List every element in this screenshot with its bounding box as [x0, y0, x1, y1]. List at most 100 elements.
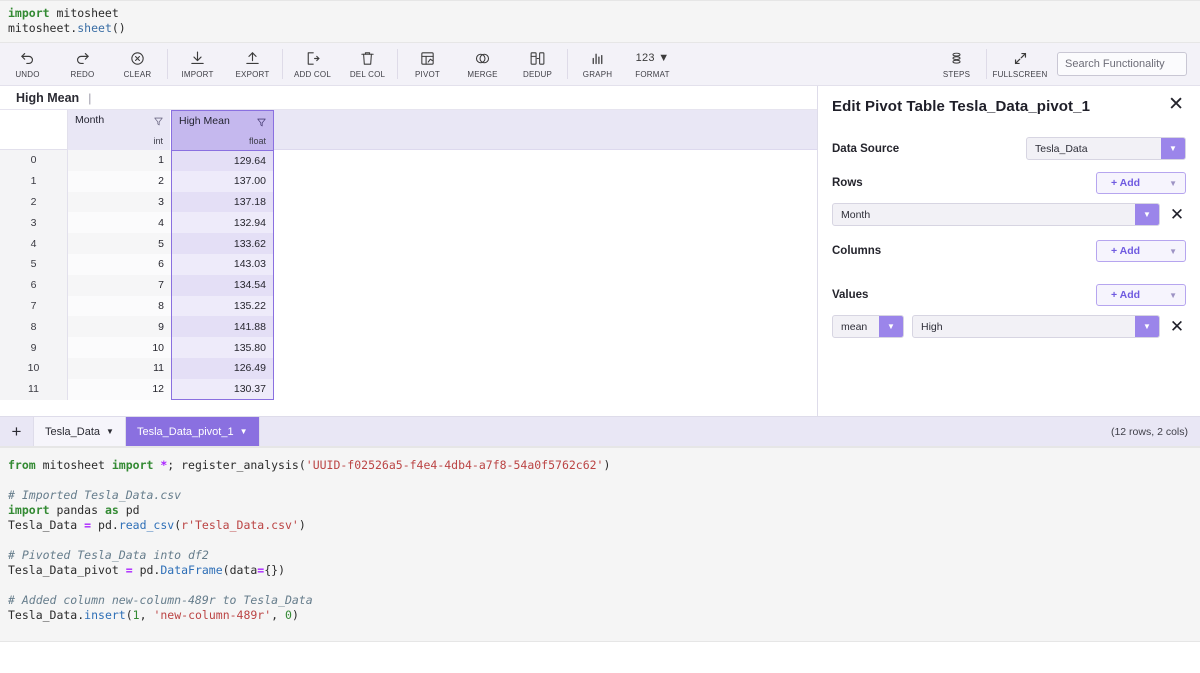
cell-high-mean[interactable]: 135.22	[171, 295, 274, 317]
notebook-input-cell-top[interactable]: import mitosheet mitosheet.sheet()	[0, 0, 1200, 43]
add-sheet-button[interactable]: +	[0, 417, 34, 446]
rows-add-button[interactable]: + Add ▼	[1096, 172, 1186, 194]
grid-row[interactable]: 7 8 135.22	[0, 295, 817, 317]
filter-icon[interactable]	[153, 114, 164, 126]
toolbar-button-format[interactable]: 123 ▼ FORMAT	[625, 43, 680, 85]
grid-row[interactable]: 5 6 143.03	[0, 253, 817, 275]
cell-month[interactable]: 4	[68, 212, 171, 234]
cell-month[interactable]: 10	[68, 337, 171, 358]
cell-high-mean[interactable]: 133.62	[171, 233, 274, 254]
toolbar-button-steps[interactable]: STEPS	[929, 43, 984, 85]
grid-row[interactable]: 11 12 130.37	[0, 378, 817, 400]
cell-month[interactable]: 9	[68, 316, 171, 338]
chevron-down-icon[interactable]: ▼	[106, 427, 114, 436]
cell-month[interactable]: 2	[68, 170, 171, 192]
code-module-pandas: pandas	[49, 503, 105, 517]
cell-month[interactable]: 12	[68, 378, 171, 400]
cell-high-mean[interactable]: 126.49	[171, 357, 274, 379]
toolbar-label-format: FORMAT	[635, 69, 670, 79]
data-source-label: Data Source	[832, 142, 900, 155]
add-column-icon	[304, 50, 321, 67]
formula-bar[interactable]: High Mean |	[0, 86, 817, 110]
toolbar-button-redo[interactable]: REDO	[55, 43, 110, 85]
toolbar-label-pivot: PIVOT	[414, 69, 440, 79]
toolbar-button-add-col[interactable]: ADD COL	[285, 43, 340, 85]
toolbar-button-merge[interactable]: MERGE	[455, 43, 510, 85]
column-header-month[interactable]: Month int	[68, 110, 171, 150]
cell-month[interactable]: 11	[68, 357, 171, 379]
cell-high-mean[interactable]: 143.03	[171, 253, 274, 275]
format-number-icon: 123 ▼	[635, 52, 670, 64]
code-module: mitosheet	[35, 458, 112, 472]
values-field-remove-button[interactable]: ✕	[1168, 318, 1186, 335]
values-aggregation-select[interactable]: mean ▼	[832, 315, 904, 338]
grid-row[interactable]: 2 3 137.18	[0, 191, 817, 213]
cell-high-mean[interactable]: 132.94	[171, 212, 274, 234]
grid-row[interactable]: 10 11 126.49	[0, 357, 817, 379]
columns-add-button[interactable]: + Add ▼	[1096, 240, 1186, 262]
row-index-cell: 5	[0, 253, 68, 275]
cell-high-mean[interactable]: 135.80	[171, 337, 274, 358]
chevron-down-icon[interactable]: ▼	[1169, 247, 1177, 256]
toolbar-button-fullscreen[interactable]: FULLSCREEN	[989, 43, 1051, 85]
notebook-output-cell-bottom[interactable]: from mitosheet import *; register_analys…	[0, 447, 1200, 642]
grid-row[interactable]: 1 2 137.00	[0, 170, 817, 192]
cell-high-mean[interactable]: 134.54	[171, 274, 274, 296]
grid-rows: 0 1 129.64 1 2 137.00 2 3 137.18 3 4 132.94 4 5 133.62…	[0, 150, 817, 400]
grid-row[interactable]: 3 4 132.94	[0, 212, 817, 234]
rows-add-label: + Add	[1111, 177, 1141, 189]
toolbar-button-import[interactable]: IMPORT	[170, 43, 225, 85]
chevron-down-icon[interactable]: ▼	[1161, 138, 1185, 159]
toolbar-group-graph-format: GRAPH 123 ▼ FORMAT	[570, 43, 680, 85]
columns-add-label: + Add	[1111, 245, 1141, 257]
values-column-select[interactable]: High ▼	[912, 315, 1160, 338]
chevron-down-icon[interactable]: ▼	[1169, 291, 1177, 300]
chevron-down-icon[interactable]: ▼	[1135, 204, 1159, 225]
toolbar-button-export[interactable]: EXPORT	[225, 43, 280, 85]
sheet-tab-tesla-data-pivot-1[interactable]: Tesla_Data_pivot_1 ▼	[125, 417, 260, 446]
cell-month[interactable]: 5	[68, 233, 171, 254]
toolbar-button-graph[interactable]: GRAPH	[570, 43, 625, 85]
grid-row[interactable]: 9 10 135.80	[0, 337, 817, 358]
cell-high-mean[interactable]: 137.00	[171, 170, 274, 192]
cell-high-mean[interactable]: 137.18	[171, 191, 274, 213]
column-header-high-mean[interactable]: High Mean float	[171, 110, 274, 150]
data-source-select[interactable]: Tesla_Data ▼	[1026, 137, 1186, 160]
chevron-down-icon[interactable]: ▼	[1135, 316, 1159, 337]
toolbar-button-del-col[interactable]: DEL COL	[340, 43, 395, 85]
values-add-button[interactable]: + Add ▼	[1096, 284, 1186, 306]
chevron-down-icon[interactable]: ▼	[879, 316, 903, 337]
close-icon[interactable]: ✕	[1166, 95, 1186, 114]
tab-bar-spacer	[260, 417, 1099, 446]
cell-high-mean[interactable]: 130.37	[171, 378, 274, 400]
toolbar-button-dedup[interactable]: DEDUP	[510, 43, 565, 85]
code-empty-dict: {})	[264, 563, 285, 577]
values-section-header: Values + Add ▼	[832, 284, 1186, 306]
chevron-down-icon[interactable]: ▼	[1169, 179, 1177, 188]
data-grid[interactable]: Month int High Mean float 0 1 129.64 1 2…	[0, 110, 817, 416]
grid-row[interactable]: 6 7 134.54	[0, 274, 817, 296]
toolbar-button-undo[interactable]: UNDO	[0, 43, 55, 85]
cell-month[interactable]: 1	[68, 150, 171, 171]
columns-section-header: Columns + Add ▼	[832, 240, 1186, 262]
grid-row-filler	[274, 191, 817, 213]
cell-month[interactable]: 8	[68, 295, 171, 317]
toolbar-button-pivot[interactable]: PIVOT	[400, 43, 455, 85]
sheet-tab-label: Tesla_Data_pivot_1	[136, 425, 234, 438]
sheet-tab-tesla-data[interactable]: Tesla_Data ▼	[34, 417, 126, 446]
grid-row[interactable]: 4 5 133.62	[0, 233, 817, 254]
cell-month[interactable]: 6	[68, 253, 171, 275]
filter-icon[interactable]	[256, 115, 267, 127]
grid-row[interactable]: 8 9 141.88	[0, 316, 817, 338]
cell-high-mean[interactable]: 141.88	[171, 316, 274, 338]
cell-high-mean[interactable]: 129.64	[171, 150, 274, 171]
search-input[interactable]	[1057, 52, 1187, 76]
rows-field-remove-button[interactable]: ✕	[1168, 206, 1186, 223]
cell-month[interactable]: 7	[68, 274, 171, 296]
toolbar-button-clear[interactable]: CLEAR	[110, 43, 165, 85]
grid-row[interactable]: 0 1 129.64	[0, 150, 817, 171]
chevron-down-icon[interactable]: ▼	[240, 427, 248, 436]
rows-field-select[interactable]: Month ▼	[832, 203, 1160, 226]
values-aggregation-value: mean	[841, 320, 868, 333]
cell-month[interactable]: 3	[68, 191, 171, 213]
